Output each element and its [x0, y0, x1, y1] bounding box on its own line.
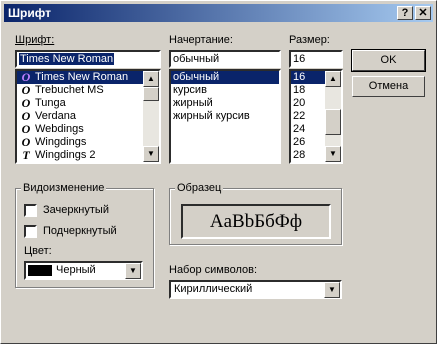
help-button[interactable]: ? — [397, 6, 413, 20]
underline-label[interactable]: Подчеркнутый — [43, 225, 117, 237]
size-label: Размер: — [289, 34, 330, 46]
style-list[interactable]: обычный курсив жирный жирный курсив — [169, 69, 281, 164]
list-item-label: 28 — [293, 149, 306, 161]
list-item-label: 22 — [293, 110, 306, 122]
scroll-down-arrow-icon[interactable]: ▼ — [143, 146, 159, 162]
list-item[interactable]: жирный курсив — [171, 110, 279, 123]
scroll-thumb[interactable] — [325, 109, 341, 135]
color-combo[interactable]: Черный ▼ — [24, 261, 143, 280]
size-list-scrollbar[interactable]: ▲ ▼ — [325, 71, 341, 162]
list-item-label: жирный курсив — [173, 110, 250, 122]
list-item-label: жирный — [173, 97, 213, 109]
font-name-field[interactable]: Times New Roman — [15, 50, 161, 68]
list-item[interactable]: O Tunga — [17, 97, 159, 110]
chevron-down-icon[interactable]: ▼ — [125, 263, 141, 279]
title-bar[interactable]: Шрифт ? ✕ — [4, 4, 433, 22]
scroll-up-arrow-icon[interactable]: ▲ — [143, 71, 159, 87]
list-item-label: Trebuchet MS — [35, 84, 104, 96]
list-item-label: Webdings — [35, 123, 84, 135]
strikeout-checkbox[interactable] — [24, 204, 37, 217]
color-label: Цвет: — [24, 245, 52, 257]
charset-combo[interactable]: Кириллический ▼ — [169, 280, 342, 299]
list-item[interactable]: жирный — [171, 97, 279, 110]
color-swatch — [28, 265, 52, 276]
list-item-label: 16 — [293, 71, 306, 83]
charset-value: Кириллический — [174, 283, 253, 295]
color-value: Черный — [56, 264, 96, 276]
list-item-label: Tunga — [35, 97, 66, 109]
underline-checkbox[interactable] — [24, 225, 37, 238]
cancel-button[interactable]: Отмена — [352, 76, 425, 97]
font-dialog: Шрифт ? ✕ Шрифт: Times New Roman O Times … — [0, 0, 437, 344]
sample-preview: AaBbБбФф — [181, 204, 331, 239]
scroll-up-arrow-icon[interactable]: ▲ — [325, 71, 341, 87]
list-item[interactable]: обычный — [171, 71, 279, 84]
list-item-label: 20 — [293, 97, 306, 109]
font-label: Шрифт: — [15, 34, 55, 46]
list-item[interactable]: курсив — [171, 84, 279, 97]
list-item[interactable]: O Trebuchet MS — [17, 84, 159, 97]
charset-label: Набор символов: — [169, 264, 258, 276]
list-item-label: Wingdings 2 — [35, 149, 96, 161]
style-field[interactable]: обычный — [169, 50, 281, 68]
truetype-font-icon: T — [22, 148, 30, 162]
font-name-value: Times New Roman — [19, 53, 115, 65]
style-value: обычный — [173, 53, 220, 65]
chevron-down-icon[interactable]: ▼ — [324, 282, 340, 298]
list-item-label: Times New Roman — [35, 71, 129, 83]
ok-button[interactable]: OK — [351, 49, 426, 72]
list-item[interactable]: T Wingdings 2 — [17, 149, 159, 162]
font-list[interactable]: O Times New Roman O Trebuchet MS O Tunga O Verd… — [15, 69, 161, 164]
size-value: 16 — [293, 53, 306, 65]
sample-title: Образец — [175, 182, 224, 194]
scroll-thumb[interactable] — [143, 87, 159, 101]
font-list-scrollbar[interactable]: ▲ ▼ — [143, 71, 159, 162]
style-label: Начертание: — [169, 34, 233, 46]
list-item-label: Wingdings — [35, 136, 87, 148]
strikeout-label[interactable]: Зачеркнутый — [43, 204, 109, 216]
scroll-down-arrow-icon[interactable]: ▼ — [325, 146, 341, 162]
close-button[interactable]: ✕ — [415, 6, 431, 20]
list-item[interactable]: O Verdana — [17, 110, 159, 123]
list-item-label: курсив — [173, 84, 207, 96]
list-item-label: 18 — [293, 84, 306, 96]
list-item[interactable]: O Wingdings — [17, 136, 159, 149]
list-item-label: Verdana — [35, 110, 76, 122]
window-title: Шрифт — [8, 6, 51, 20]
list-item-label: 26 — [293, 136, 306, 148]
list-item-label: 24 — [293, 123, 306, 135]
effects-title: Видоизменение — [21, 182, 107, 194]
list-item[interactable]: O Times New Roman — [17, 71, 159, 84]
size-field[interactable]: 16 — [289, 50, 343, 68]
list-item[interactable]: O Webdings — [17, 123, 159, 136]
size-list[interactable]: 16 18 20 22 24 26 28 ▲ ▼ — [289, 69, 343, 164]
list-item-label: обычный — [173, 71, 220, 83]
